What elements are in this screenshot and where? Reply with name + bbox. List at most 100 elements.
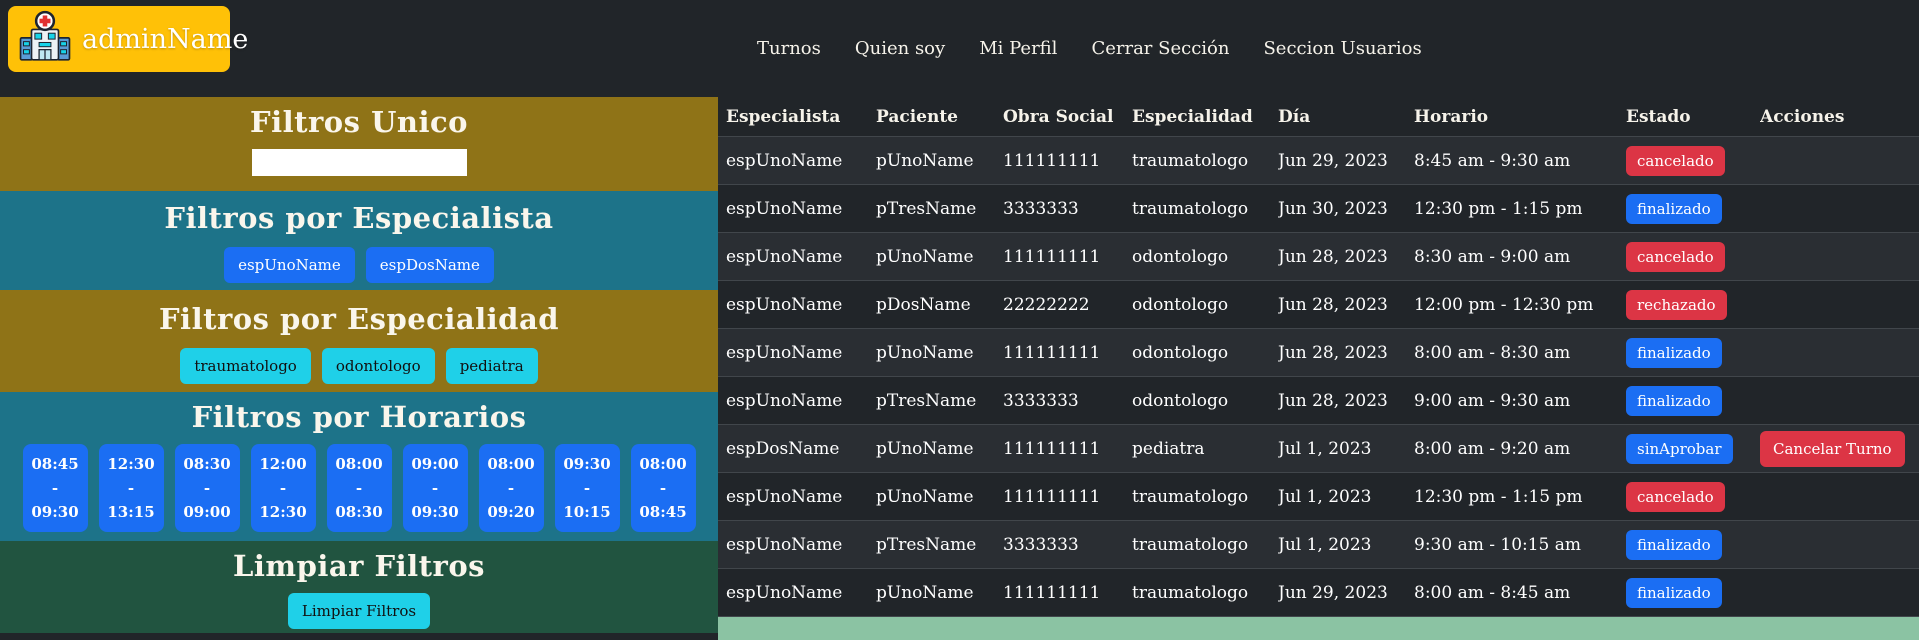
filter-horario-0800-0845[interactable]: 08:00-08:45 [630,444,696,532]
status-badge-cancelado: cancelado [1626,145,1725,176]
cell-especialidad: traumatologo [1132,534,1249,555]
table-row: espUnoName pTresName 3333333 traumatologo Ju… [718,185,1919,233]
cell-horario: 9:30 am - 10:15 am [1414,534,1582,555]
status-badge-finalizado: finalizado [1626,337,1722,368]
cell-dia: Jun 29, 2023 [1278,582,1388,603]
cell-especialidad: traumatologo [1132,150,1249,171]
filter-horario-0845-0930[interactable]: 08:45-09:30 [22,444,88,532]
cell-dia: Jun 28, 2023 [1278,294,1388,315]
status-badge-cancelado: cancelado [1626,241,1725,272]
cell-obra-social: 111111111 [1003,582,1101,603]
footer-strip [718,617,1919,640]
cell-estado: cancelado [1626,481,1760,512]
filter-horario-1200-1230[interactable]: 12:00-12:30 [250,444,316,532]
cell-estado: finalizado [1626,337,1760,368]
cell-obra-social: 3333333 [1003,198,1079,219]
cell-dia: Jul 1, 2023 [1278,486,1372,507]
column-header-obra-social: Obra Social [1003,106,1114,127]
cell-paciente: pTresName [876,534,977,555]
cell-dia: Jun 28, 2023 [1278,246,1388,267]
cell-estado: finalizado [1626,577,1760,608]
cell-paciente: pTresName [876,198,977,219]
main-nav: Turnos Quien soy Mi Perfil Cerrar Sección Se… [757,38,1422,59]
table-row: espUnoName pUnoName 111111111 odontologo Jun… [718,329,1919,377]
cell-estado: cancelado [1626,241,1760,272]
table-row: espUnoName pUnoName 111111111 traumatologo J… [718,137,1919,185]
cell-especialista: espUnoName [726,150,843,171]
cell-paciente: pTresName [876,390,977,411]
cell-obra-social: 3333333 [1003,534,1079,555]
cell-estado: cancelado [1626,145,1760,176]
nav-link-seccion-usuarios[interactable]: Seccion Usuarios [1263,38,1421,59]
cell-especialista: espUnoName [726,198,843,219]
cell-dia: Jul 1, 2023 [1278,534,1372,555]
column-header-estado: Estado [1626,106,1691,127]
filter-especialidad-odontologo[interactable]: odontologo [321,348,435,384]
cell-estado: finalizado [1626,385,1760,416]
cell-paciente: pUnoName [876,486,974,507]
nav-link-quien-soy[interactable]: Quien soy [855,38,945,59]
table-header-row: Especialista Paciente Obra Social Especiali… [718,97,1919,137]
filter-horario-0830-0900[interactable]: 08:30-09:00 [174,444,240,532]
filter-horario-0800-0830[interactable]: 08:00-08:30 [326,444,392,532]
limpiar-filtros-button[interactable]: Limpiar Filtros [287,593,431,629]
nav-link-cerrar-secci-n[interactable]: Cerrar Sección [1091,38,1229,59]
cell-obra-social: 111111111 [1003,486,1101,507]
cell-horario: 8:00 am - 8:45 am [1414,582,1571,603]
cell-obra-social: 111111111 [1003,150,1101,171]
cell-horario: 8:00 am - 9:20 am [1414,438,1571,459]
filtro-unico-input[interactable] [251,149,467,176]
cell-especialista: espUnoName [726,486,843,507]
table-row: espUnoName pTresName 3333333 traumatologo Ju… [718,521,1919,569]
filter-especialista-espunoname[interactable]: espUnoName [224,247,355,283]
cell-especialista: espUnoName [726,246,843,267]
filtros-especialidad-title: Filtros por Especialidad [158,302,560,336]
cell-horario: 9:00 am - 9:30 am [1414,390,1571,411]
brand-logo[interactable]: adminName [8,6,248,72]
cell-especialista: espUnoName [726,582,843,603]
brand-name: adminName [82,23,249,55]
cell-especialidad: traumatologo [1132,582,1249,603]
cell-horario: 8:30 am - 9:00 am [1414,246,1571,267]
cell-obra-social: 3333333 [1003,390,1079,411]
column-header-acciones: Acciones [1760,106,1845,127]
table-row: espUnoName pTresName 3333333 odontologo Jun … [718,377,1919,425]
cell-estado: rechazado [1626,289,1760,320]
filter-especialidad-traumatologo[interactable]: traumatologo [180,348,311,384]
cell-especialista: espUnoName [726,342,843,363]
filter-horario-0800-0920[interactable]: 08:00-09:20 [478,444,544,532]
filter-especialista-espdosname[interactable]: espDosName [365,247,494,283]
especialidad-button-row: traumatologo odontologo pediatra [180,348,538,384]
status-badge-finalizado: finalizado [1626,577,1722,608]
status-badge-finalizado: finalizado [1626,385,1722,416]
cell-especialista: espUnoName [726,534,843,555]
table-row: espUnoName pUnoName 111111111 traumatologo J… [718,473,1919,521]
cell-horario: 12:30 pm - 1:15 pm [1414,198,1583,219]
cell-especialista: espDosName [726,438,840,459]
status-badge-finalizado: finalizado [1626,529,1722,560]
cell-horario: 12:30 pm - 1:15 pm [1414,486,1583,507]
cancelar-turno-button[interactable]: Cancelar Turno [1760,430,1905,467]
horario-button-row: 08:45-09:30 12:30-13:15 08:30-09:00 12:00-1… [22,444,696,532]
filter-horario-1230-1315[interactable]: 12:30-13:15 [98,444,164,532]
top-bar: adminName Turnos Quien soy Mi Perfil Cerrar… [0,0,1919,97]
cell-obra-social: 111111111 [1003,438,1101,459]
cell-especialista: espUnoName [726,294,843,315]
cell-especialidad: pediatra [1132,438,1205,459]
cell-horario: 12:00 pm - 12:30 pm [1414,294,1594,315]
cell-especialidad: odontologo [1132,246,1229,267]
cell-especialidad: odontologo [1132,342,1229,363]
cell-especialidad: odontologo [1132,390,1229,411]
filter-especialidad-pediatra[interactable]: pediatra [445,348,538,384]
cell-obra-social: 111111111 [1003,342,1101,363]
filter-horario-0930-1015[interactable]: 09:30-10:15 [554,444,620,532]
nav-link-mi-perfil[interactable]: Mi Perfil [979,38,1057,59]
nav-link-turnos[interactable]: Turnos [757,38,821,59]
section-limpiar-filtros: Limpiar Filtros Limpiar Filtros [0,541,718,633]
cell-horario: 8:45 am - 9:30 am [1414,150,1571,171]
cell-acciones: Cancelar Turno [1760,430,1919,467]
status-badge-cancelado: cancelado [1626,481,1725,512]
section-filtros-unico: Filtros Unico [0,97,718,191]
section-filtros-horarios: Filtros por Horarios 08:45-09:30 12:30-13… [0,392,718,541]
filter-horario-0900-0930[interactable]: 09:00-09:30 [402,444,468,532]
